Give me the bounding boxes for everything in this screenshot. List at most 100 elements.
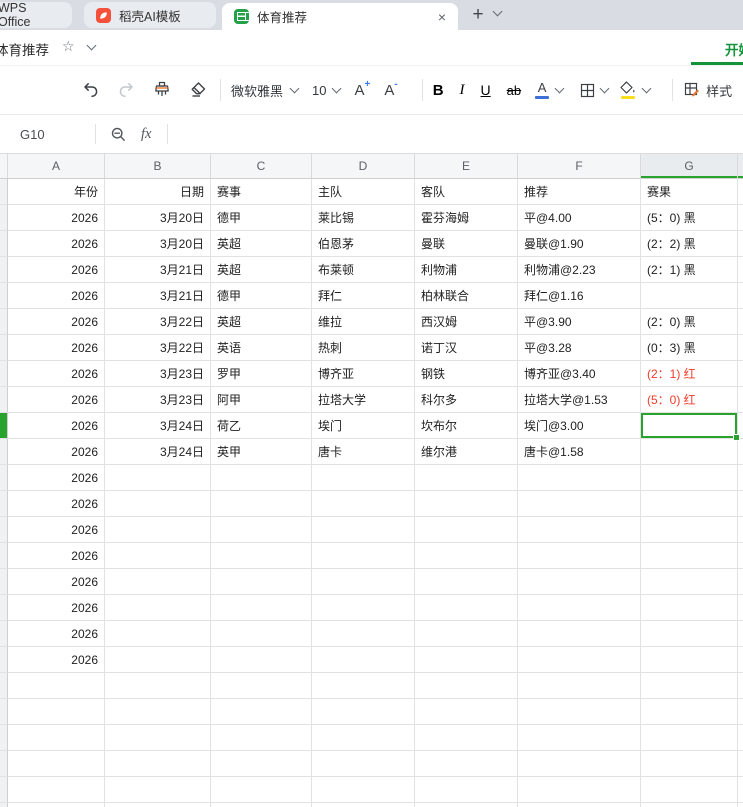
cell-E14[interactable] [415, 517, 518, 543]
cell-A5[interactable]: 2026 [8, 283, 105, 309]
cell-G5[interactable] [641, 283, 738, 309]
row-header[interactable] [0, 335, 8, 361]
cell-B4[interactable]: 3月21日 [105, 257, 211, 283]
cell-D10[interactable]: 埃门 [312, 413, 415, 439]
cell-C9[interactable]: 阿甲 [211, 387, 312, 413]
cell-D6[interactable]: 维拉 [312, 309, 415, 335]
cell-A13[interactable]: 2026 [8, 491, 105, 517]
cell-F5[interactable]: 拜仁@1.16 [518, 283, 641, 309]
increase-font-size-button[interactable]: A+ [354, 79, 370, 99]
cell-F20[interactable] [518, 673, 641, 699]
cell-G15[interactable] [641, 543, 738, 569]
column-header-C[interactable]: C [211, 154, 312, 179]
eraser-icon[interactable] [186, 76, 210, 104]
tab-wps-office[interactable]: WPS Office [0, 1, 72, 29]
row-header[interactable] [0, 569, 8, 595]
cell-G21[interactable] [641, 699, 738, 725]
cell-E11[interactable]: 维尔港 [415, 439, 518, 465]
cell-E22[interactable] [415, 725, 518, 751]
cell-B18[interactable] [105, 621, 211, 647]
row-header[interactable] [0, 491, 8, 517]
font-name-select[interactable]: 微软雅黑 [231, 81, 300, 100]
row-header[interactable] [0, 439, 8, 465]
cell-A17[interactable]: 2026 [8, 595, 105, 621]
tab-sports-recommend[interactable]: 体育推荐 × [222, 3, 458, 30]
insert-function-fx-icon[interactable]: fx [141, 126, 151, 143]
cell-C10[interactable]: 荷乙 [211, 413, 312, 439]
cell-C17[interactable] [211, 595, 312, 621]
row-header[interactable] [0, 621, 8, 647]
row-header[interactable] [0, 751, 8, 777]
column-header-D[interactable]: D [312, 154, 415, 179]
row-header[interactable] [0, 179, 8, 205]
cell-C22[interactable] [211, 725, 312, 751]
cell-D9[interactable]: 拉塔大学 [312, 387, 415, 413]
cell-C14[interactable] [211, 517, 312, 543]
cell-G7[interactable]: (0：3) 黑 [641, 335, 738, 361]
cell-C13[interactable] [211, 491, 312, 517]
cell-B21[interactable] [105, 699, 211, 725]
borders-chevron-icon[interactable] [599, 83, 610, 94]
cell-C5[interactable]: 德甲 [211, 283, 312, 309]
cell-E10[interactable]: 坎布尔 [415, 413, 518, 439]
cell-D15[interactable] [312, 543, 415, 569]
cell-C12[interactable] [211, 465, 312, 491]
cell-A20[interactable] [8, 673, 105, 699]
cell-D24[interactable] [312, 777, 415, 803]
cell-B24[interactable] [105, 777, 211, 803]
cell-D7[interactable]: 热刺 [312, 335, 415, 361]
cell-G22[interactable] [641, 725, 738, 751]
cell-C11[interactable]: 英甲 [211, 439, 312, 465]
cell-A14[interactable]: 2026 [8, 517, 105, 543]
row-header[interactable] [0, 309, 8, 335]
cell-A23[interactable] [8, 751, 105, 777]
cell-A19[interactable]: 2026 [8, 647, 105, 673]
cell-F14[interactable] [518, 517, 641, 543]
cell-G1[interactable]: 赛果 [641, 179, 738, 205]
cell-C16[interactable] [211, 569, 312, 595]
cell-C7[interactable]: 英语 [211, 335, 312, 361]
cell-F17[interactable] [518, 595, 641, 621]
cell-F22[interactable] [518, 725, 641, 751]
cell-G11[interactable] [641, 439, 738, 465]
cell-D4[interactable]: 布莱顿 [312, 257, 415, 283]
cell-F18[interactable] [518, 621, 641, 647]
row-header-corner[interactable] [0, 154, 8, 179]
cell-D14[interactable] [312, 517, 415, 543]
cell-B25[interactable] [105, 803, 211, 807]
spreadsheet-grid[interactable]: A B C D E F G 年份 日期 赛事 主队 客队 推荐 赛果 2026 3月20日 德甲 莱比锡 霍芬海姆平… [0, 154, 743, 807]
cell-E21[interactable] [415, 699, 518, 725]
cell-G24[interactable] [641, 777, 738, 803]
cell-F15[interactable] [518, 543, 641, 569]
cell-F13[interactable] [518, 491, 641, 517]
cell-F8[interactable]: 博齐亚@3.40 [518, 361, 641, 387]
cell-D13[interactable] [312, 491, 415, 517]
cell-F10[interactable]: 埃门@3.00 [518, 413, 641, 439]
cell-E1[interactable]: 客队 [415, 179, 518, 205]
cell-style-button[interactable]: 样式 [683, 81, 732, 100]
cell-E18[interactable] [415, 621, 518, 647]
cell-D20[interactable] [312, 673, 415, 699]
cell-D8[interactable]: 博齐亚 [312, 361, 415, 387]
cell-G12[interactable] [641, 465, 738, 491]
cell-E9[interactable]: 科尔多 [415, 387, 518, 413]
font-size-select[interactable]: 10 [312, 83, 342, 98]
cell-A24[interactable] [8, 777, 105, 803]
cell-B6[interactable]: 3月22日 [105, 309, 211, 335]
cell-F25[interactable] [518, 803, 641, 807]
row-header[interactable] [0, 387, 8, 413]
cell-F21[interactable] [518, 699, 641, 725]
cell-G2[interactable]: (5：0) 黑 [641, 205, 738, 231]
cell-A2[interactable]: 2026 [8, 205, 105, 231]
row-header[interactable] [0, 231, 8, 257]
cell-E3[interactable]: 曼联 [415, 231, 518, 257]
favorite-star-icon[interactable]: ☆ [62, 38, 75, 55]
column-header-E[interactable]: E [415, 154, 518, 179]
font-color-button[interactable]: A [535, 81, 550, 100]
column-header-F[interactable]: F [518, 154, 641, 179]
cell-name-box[interactable]: G10 [0, 127, 95, 142]
cell-E6[interactable]: 西汉姆 [415, 309, 518, 335]
cell-A3[interactable]: 2026 [8, 231, 105, 257]
cell-E5[interactable]: 柏林联合 [415, 283, 518, 309]
cell-E17[interactable] [415, 595, 518, 621]
